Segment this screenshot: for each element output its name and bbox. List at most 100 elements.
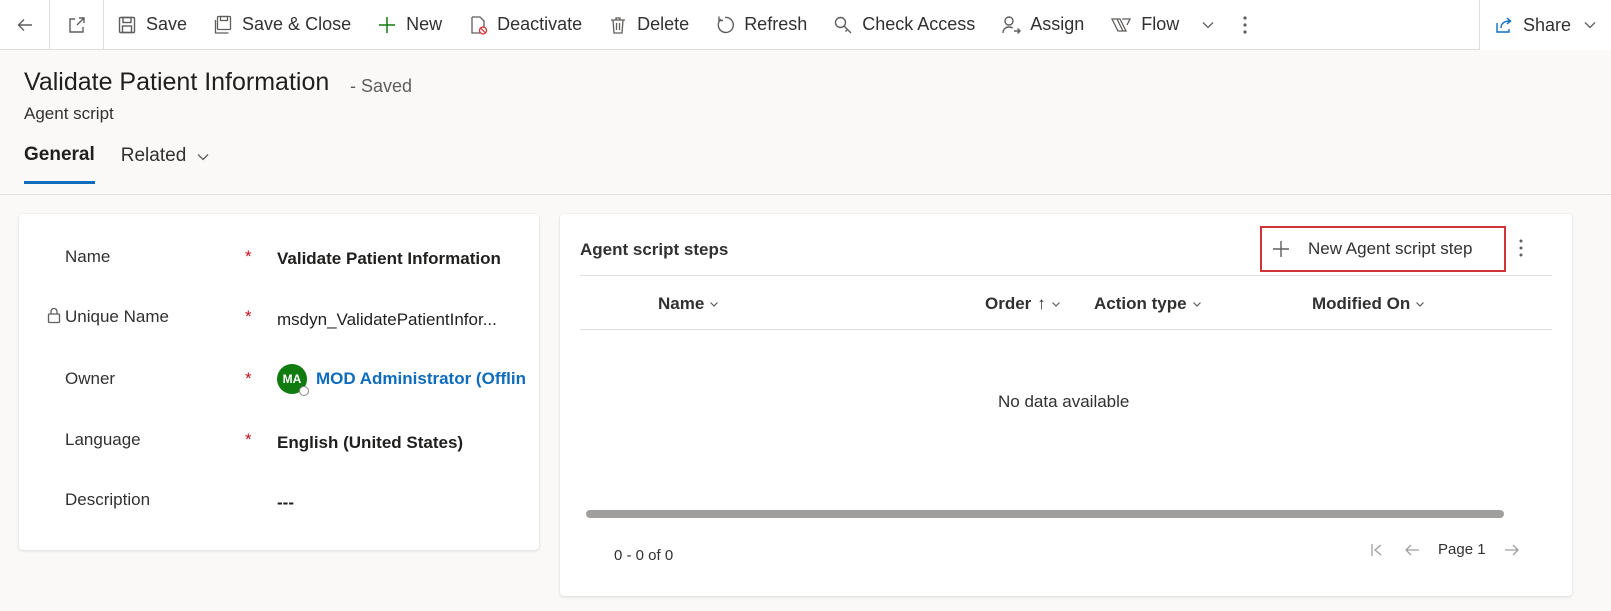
chevron-down-icon	[197, 154, 209, 161]
refresh-label: Refresh	[744, 14, 808, 34]
save-status: - Saved	[350, 76, 413, 96]
chevron-down-icon	[1416, 302, 1425, 307]
name-label: Name	[65, 247, 111, 266]
column-name-label: Name	[658, 294, 705, 313]
share-container: Share	[1479, 0, 1611, 50]
new-step-label: New Agent script step	[1308, 239, 1473, 258]
share-label: Share	[1522, 14, 1572, 35]
flow-button[interactable]: Flow	[1097, 0, 1228, 50]
chevron-down-icon	[1051, 302, 1060, 307]
page-number: Page 1	[1438, 541, 1486, 558]
save-label: Save	[146, 14, 188, 34]
subgrid-title: Agent script steps	[580, 240, 729, 259]
description-field[interactable]: ---	[277, 493, 294, 513]
deactivate-icon	[471, 15, 488, 35]
chevron-down-icon	[710, 302, 719, 307]
divider	[580, 329, 1552, 330]
horizontal-scrollbar[interactable]	[586, 510, 1504, 518]
chevron-down-icon	[1202, 21, 1214, 28]
key-search-icon	[835, 16, 852, 33]
required-marker: *	[245, 247, 252, 266]
required-marker: *	[245, 307, 252, 326]
flow-icon	[1111, 17, 1132, 32]
more-commands-button[interactable]	[1228, 0, 1262, 50]
presence-status-icon	[299, 386, 309, 396]
avatar-initials: MA	[282, 372, 302, 386]
new-agent-script-step-button[interactable]: New Agent script step	[1260, 226, 1506, 272]
popout-icon	[68, 16, 85, 33]
sort-ascending-icon: ↑	[1037, 294, 1046, 313]
check-access-button[interactable]: Check Access	[820, 0, 988, 50]
language-field[interactable]: English (United States)	[277, 433, 463, 453]
more-vertical-icon	[1519, 239, 1523, 257]
column-modified-on-label: Modified On	[1312, 294, 1411, 313]
column-header-modified-on[interactable]: Modified On	[1312, 294, 1425, 314]
save-button[interactable]: Save	[104, 0, 200, 50]
owner-field[interactable]: MA MOD Administrator (Offlin	[277, 364, 526, 396]
general-form-section: Name * Validate Patient Information Uniq…	[19, 214, 539, 550]
name-field[interactable]: Validate Patient Information	[277, 249, 501, 269]
assign-label: Assign	[1030, 14, 1085, 34]
page-title: Validate Patient Information	[24, 68, 330, 96]
language-label: Language	[65, 430, 141, 449]
first-page-icon[interactable]	[1369, 542, 1385, 558]
chevron-down-icon	[1192, 302, 1201, 307]
tab-list: General Related	[24, 144, 210, 184]
save-and-close-button[interactable]: Save & Close	[200, 0, 364, 50]
flow-label: Flow	[1141, 14, 1180, 34]
tab-related-label: Related	[120, 145, 187, 166]
new-button[interactable]: New	[364, 0, 455, 50]
deactivate-button[interactable]: Deactivate	[455, 0, 595, 50]
pagination: Page 1	[1360, 541, 1530, 558]
empty-state-message: No data available	[998, 392, 1130, 411]
save-close-label: Save & Close	[242, 14, 352, 34]
column-header-name[interactable]: Name	[658, 294, 719, 314]
lock-icon	[47, 307, 61, 324]
header-divider	[0, 194, 1611, 195]
command-bar: Save Save & Close New Deactivate Delete …	[0, 0, 1611, 50]
entity-name: Agent script	[24, 104, 114, 123]
open-new-window-button[interactable]	[50, 0, 104, 50]
description-label: Description	[65, 490, 151, 509]
person-arrow-icon	[1002, 15, 1022, 34]
column-action-type-label: Action type	[1094, 294, 1187, 313]
delete-button[interactable]: Delete	[595, 0, 702, 50]
tab-general[interactable]: General	[24, 144, 95, 184]
delete-label: Delete	[637, 14, 690, 34]
chevron-down-icon	[1584, 22, 1596, 29]
owner-link[interactable]: MOD Administrator (Offlin	[316, 369, 526, 389]
deactivate-label: Deactivate	[497, 14, 583, 34]
required-marker: *	[245, 369, 252, 388]
save-close-icon	[214, 15, 232, 34]
refresh-icon	[717, 16, 735, 33]
tab-related[interactable]: Related	[121, 145, 211, 183]
more-vertical-icon	[1243, 15, 1247, 34]
column-header-action-type[interactable]: Action type	[1094, 294, 1202, 314]
subgrid-more-button[interactable]	[1518, 238, 1524, 258]
check-access-label: Check Access	[862, 14, 976, 34]
record-count: 0 - 0 of 0	[614, 547, 674, 564]
refresh-button[interactable]: Refresh	[702, 0, 820, 50]
assign-button[interactable]: Assign	[988, 0, 1097, 50]
new-label: New	[406, 14, 443, 34]
plus-icon	[1273, 241, 1289, 257]
required-marker: *	[245, 430, 252, 449]
owner-label: Owner	[65, 369, 116, 388]
next-page-icon[interactable]	[1503, 542, 1521, 558]
tab-general-label: General	[24, 144, 95, 165]
agent-script-steps-subgrid: Agent script steps New Agent script step…	[560, 214, 1572, 596]
back-button[interactable]	[0, 0, 50, 50]
column-order-label: Order	[985, 294, 1032, 313]
trash-icon	[611, 16, 626, 34]
share-icon	[1496, 17, 1512, 33]
avatar: MA	[277, 364, 309, 396]
previous-page-icon[interactable]	[1403, 542, 1421, 558]
plus-icon	[379, 16, 396, 33]
unique-name-field: msdyn_ValidatePatientInfor...	[277, 310, 497, 329]
arrow-left-icon	[17, 18, 32, 31]
column-header-order[interactable]: Order ↑	[985, 294, 1061, 314]
unique-name-label: Unique Name	[65, 307, 169, 326]
save-icon	[118, 16, 136, 33]
share-button[interactable]: Share	[1494, 0, 1597, 50]
divider	[580, 275, 1552, 276]
